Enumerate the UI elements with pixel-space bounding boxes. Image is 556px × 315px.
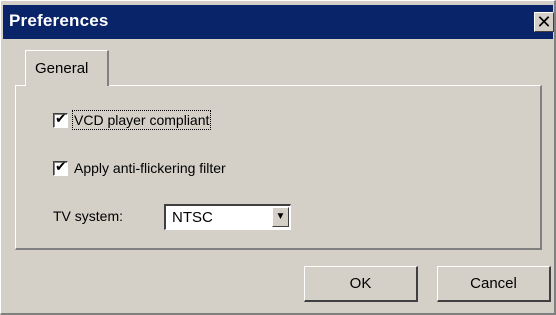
cancel-button[interactable]: Cancel [437,266,551,302]
anti-flicker-option[interactable]: ✔ Apply anti-flickering filter [53,158,226,178]
vcd-compliant-checkbox[interactable]: ✔ [53,109,68,128]
preferences-dialog: Preferences ✕ General ✔ VCD player compl… [0,0,556,315]
dropdown-button[interactable]: ▼ [272,207,289,227]
checkmark-icon: ✔ [55,157,67,174]
close-button[interactable]: ✕ [534,12,554,32]
tab-general-label: General [35,60,89,77]
title-bar[interactable]: Preferences ✕ [3,5,554,39]
chevron-down-icon: ▼ [275,211,286,222]
anti-flicker-checkbox[interactable]: ✔ [53,157,68,176]
vcd-compliant-label[interactable]: VCD player compliant [71,110,212,130]
vcd-compliant-option[interactable]: ✔ VCD player compliant [53,109,212,130]
tv-system-value: NTSC [172,209,213,226]
tab-general[interactable]: General [25,50,109,86]
ok-button[interactable]: OK [304,266,418,302]
close-icon: ✕ [536,12,552,32]
tv-system-label: TV system: [53,208,124,224]
anti-flicker-label[interactable]: Apply anti-flickering filter [74,160,226,176]
window-title: Preferences [9,11,109,30]
checkmark-icon: ✔ [55,109,67,126]
tv-system-select[interactable]: NTSC ▼ [164,204,291,230]
